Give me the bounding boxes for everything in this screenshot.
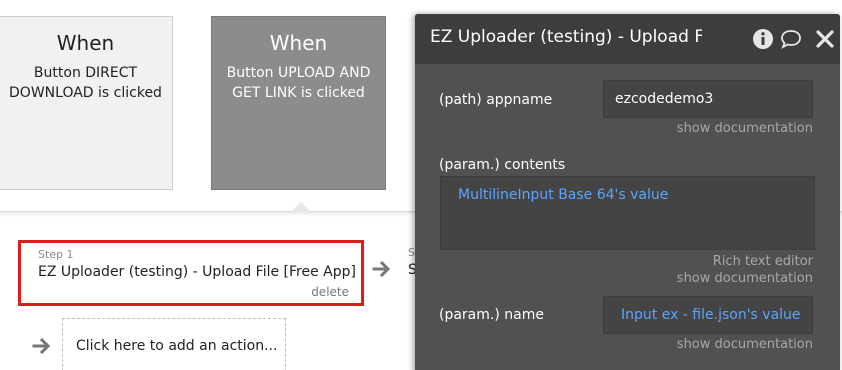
event-card-direct-download[interactable]: When Button DIRECT DOWNLOAD is clicked [0, 16, 173, 190]
contents-input[interactable]: MultilineInput Base 64's value [440, 176, 815, 250]
event-description: Button UPLOAD AND GET LINK is clicked [226, 65, 371, 101]
step-delete-link[interactable]: delete [311, 285, 349, 299]
appname-input[interactable]: ezcodedemo3 [603, 80, 813, 118]
close-icon[interactable] [813, 27, 837, 51]
event-title: When [269, 31, 328, 55]
step-number-label: Step 1 [38, 248, 74, 261]
event-description: Button DIRECT DOWNLOAD is clicked [9, 65, 162, 101]
show-documentation-link[interactable]: show documentation [677, 271, 813, 286]
field-label-appname: (path) appname [439, 92, 553, 108]
event-card-upload-and-get-link[interactable]: When Button UPLOAD AND GET LINK is click… [211, 16, 386, 190]
step-number-label: S [408, 246, 415, 259]
field-label-contents: (param.) contents [439, 157, 566, 173]
rich-text-editor-link[interactable]: Rich text editor [713, 254, 813, 269]
workflow-editor: When Button DIRECT DOWNLOAD is clicked W… [0, 0, 842, 370]
show-documentation-link[interactable]: show documentation [677, 121, 813, 136]
add-action-button[interactable]: Click here to add an action... [62, 318, 286, 370]
panel-title: EZ Uploader (testing) - Upload File [430, 27, 702, 47]
show-documentation-link[interactable]: show documentation [677, 337, 813, 352]
step-title: EZ Uploader (testing) - Upload File [Fre… [38, 264, 356, 280]
comment-icon[interactable] [779, 27, 803, 51]
arrow-right-icon [372, 260, 391, 278]
step-1-card[interactable]: Step 1 EZ Uploader (testing) - Upload Fi… [18, 240, 364, 306]
panel-header: EZ Uploader (testing) - Upload File [415, 14, 840, 64]
arrow-right-icon [32, 337, 51, 355]
info-icon[interactable] [751, 27, 775, 51]
action-property-editor: EZ Uploader (testing) - Upload File (pat… [415, 14, 840, 370]
selected-event-pointer [291, 202, 311, 212]
name-input[interactable]: Input ex - file.json's value [603, 296, 813, 334]
field-label-name: (param.) name [439, 307, 544, 323]
event-title: When [56, 31, 115, 55]
